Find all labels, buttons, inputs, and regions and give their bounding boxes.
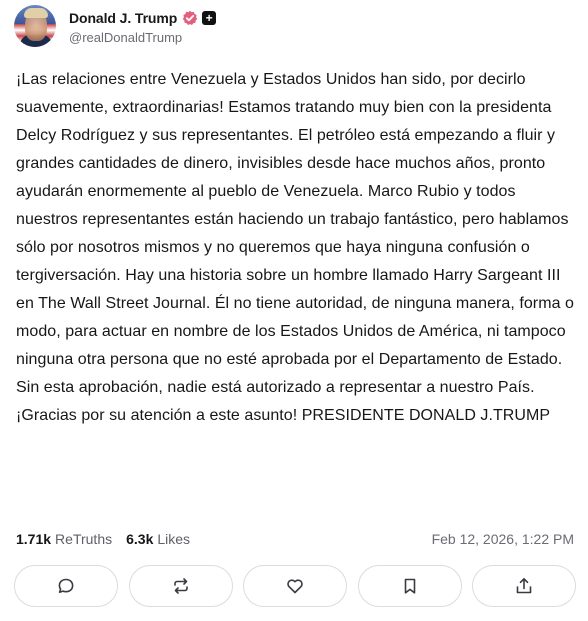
verified-badge-icon	[182, 10, 198, 26]
likes-label[interactable]: Likes	[157, 531, 190, 547]
user-handle[interactable]: @realDonaldTrump	[69, 30, 216, 45]
action-bar	[14, 565, 576, 609]
share-icon	[516, 578, 532, 594]
avatar[interactable]	[14, 5, 56, 47]
like-button[interactable]	[243, 565, 347, 607]
bookmark-button[interactable]	[357, 565, 462, 607]
post-stats: 1.71k ReTruths 6.3k Likes Feb 12, 2026, …	[16, 528, 576, 550]
name-row: Donald J. Trump +	[69, 8, 217, 28]
author-info: Donald J. Trump + @realDonaldTrump	[69, 8, 217, 45]
post-text: ¡Las relaciones entre Venezuela y Estado…	[16, 71, 574, 424]
post-timestamp[interactable]: Feb 12, 2026, 1:22 PM	[432, 531, 576, 547]
retruths-count[interactable]: 1.71k	[16, 531, 51, 547]
plus-badge-icon: +	[202, 10, 217, 25]
reply-button[interactable]	[14, 565, 118, 607]
share-button[interactable]	[472, 565, 576, 607]
retruth-icon	[173, 578, 188, 594]
like-icon	[287, 579, 303, 594]
display-name[interactable]: Donald J. Trump	[69, 10, 177, 26]
reply-icon	[58, 578, 74, 593]
retruth-button[interactable]	[128, 565, 233, 607]
likes-count[interactable]: 6.3k	[126, 531, 153, 547]
retruths-label[interactable]: ReTruths	[55, 531, 112, 547]
post-header: Donald J. Trump + @realDonaldTrump	[14, 4, 217, 48]
truth-post: Donald J. Trump + @realDonaldTrump ¡Las …	[0, 0, 588, 621]
bookmark-icon	[404, 578, 415, 594]
